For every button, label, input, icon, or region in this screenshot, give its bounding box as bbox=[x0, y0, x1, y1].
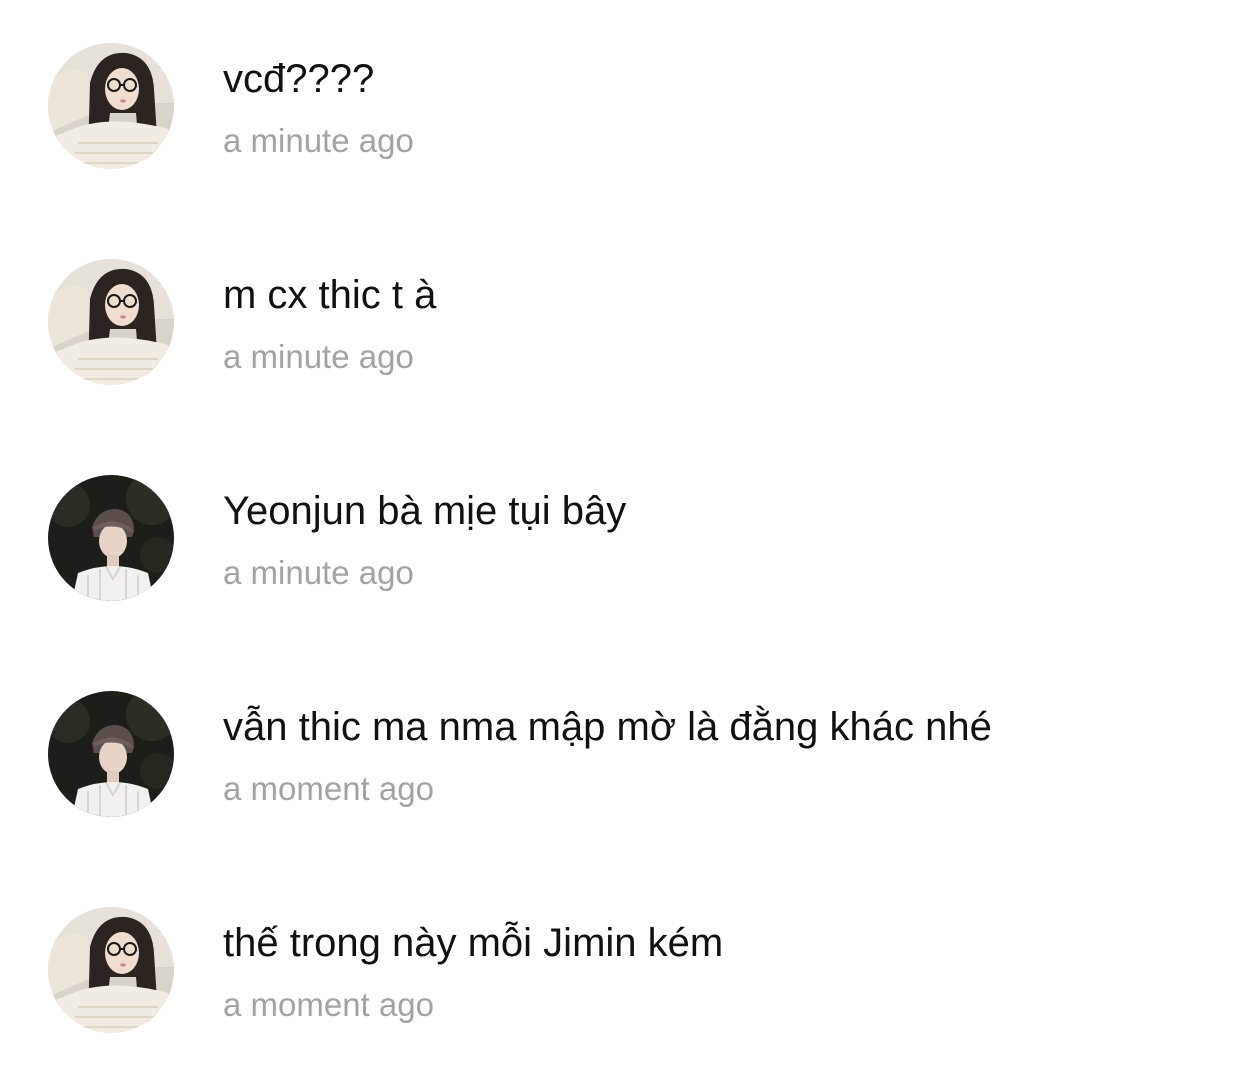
comment-item: thế trong này mỗi Jimin kém a moment ago bbox=[0, 864, 1242, 1080]
comment-timestamp: a moment ago bbox=[223, 986, 434, 1023]
girl-glasses-avatar[interactable] bbox=[48, 259, 174, 385]
comment-timestamp: a minute ago bbox=[223, 338, 414, 375]
comment-text: vcđ???? bbox=[223, 57, 375, 101]
avatar-image bbox=[48, 907, 174, 1033]
comment-timestamp: a minute ago bbox=[223, 554, 414, 591]
comment-text: thế trong này mỗi Jimin kém bbox=[223, 921, 724, 965]
comment-text: vẫn thic ma nma mập mờ là đằng khác nhé bbox=[223, 705, 992, 749]
girl-glasses-avatar[interactable] bbox=[48, 907, 174, 1033]
comment-text: Yeonjun bà mịe tụi bây bbox=[223, 489, 627, 533]
comment-text: m cx thic t à bbox=[223, 273, 437, 317]
avatar-image bbox=[48, 475, 174, 601]
boy-dark-avatar[interactable] bbox=[48, 475, 174, 601]
comment-item: vẫn thic ma nma mập mờ là đằng khác nhé … bbox=[0, 648, 1242, 864]
avatar-image bbox=[48, 259, 174, 385]
avatar-image bbox=[48, 43, 174, 169]
comment-item: Yeonjun bà mịe tụi bây a minute ago bbox=[0, 432, 1242, 648]
comment-list: vcđ???? a minute ago m cx thic t à a min… bbox=[0, 0, 1242, 1059]
comment-timestamp: a minute ago bbox=[223, 122, 414, 159]
comment-item: vcđ???? a minute ago bbox=[0, 0, 1242, 216]
comment-timestamp: a moment ago bbox=[223, 770, 434, 807]
boy-dark-avatar[interactable] bbox=[48, 691, 174, 817]
comment-item: m cx thic t à a minute ago bbox=[0, 216, 1242, 432]
girl-glasses-avatar[interactable] bbox=[48, 43, 174, 169]
avatar-image bbox=[48, 691, 174, 817]
